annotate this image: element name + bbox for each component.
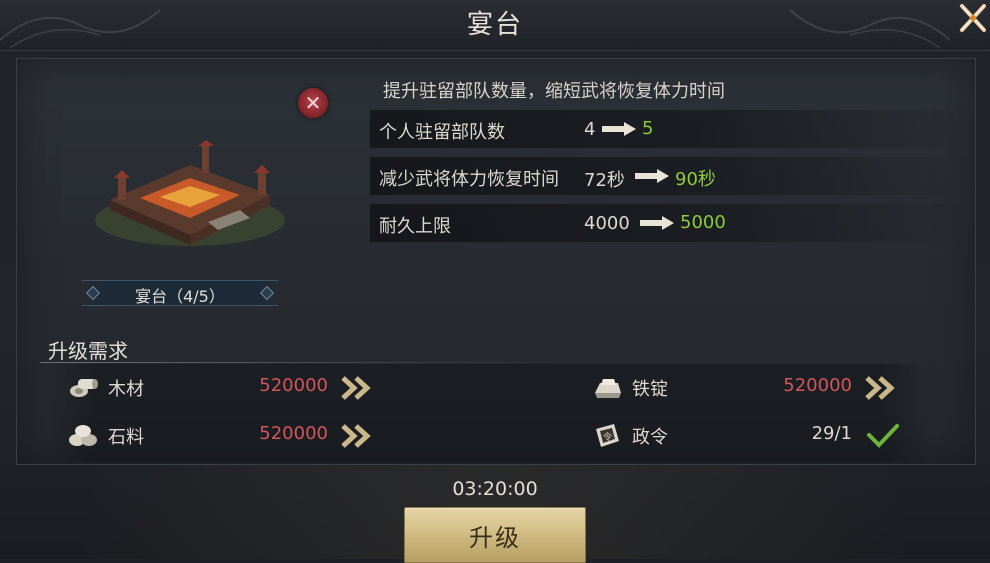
requirement-amount: 520000 [783, 375, 852, 396]
stat-row-stamina: 减少武将体力恢复时间 72秒 90秒 [370, 157, 974, 195]
requirement-name: 政令 [632, 427, 668, 448]
stat-row-durability: 耐久上限 4000 5000 [370, 204, 974, 242]
close-icon [960, 4, 986, 32]
header-bar: 宴台 [0, 0, 990, 51]
wood-icon [70, 379, 98, 397]
requirement-amount: 520000 [259, 375, 328, 396]
stat-label: 个人驻留部队数 [379, 122, 505, 143]
requirement-stone: 石料 520000 [68, 415, 388, 455]
page-title: 宴台 [466, 10, 523, 40]
close-icon: ✕ [304, 91, 322, 115]
decree-icon: 令 [596, 424, 619, 447]
arrow-right-icon [640, 216, 674, 230]
stat-next-value: 5 [642, 118, 654, 139]
arrow-right-icon [635, 169, 669, 183]
stat-current-value: 4000 [584, 213, 630, 234]
building-name-label: 宴台（4/5） [135, 287, 225, 306]
requirement-wood: 木材 520000 [68, 367, 388, 407]
requirements-title: 升级需求 [48, 339, 128, 363]
requirement-decree: 令 政令 29/1 [592, 415, 912, 455]
stat-row-garrison: 个人驻留部队数 4 5 [370, 110, 974, 148]
checkmark-icon [867, 424, 899, 448]
upgrade-timer: 03:20:00 [452, 478, 538, 500]
double-chevron-icon [865, 376, 895, 400]
demolish-button[interactable]: ✕ [298, 88, 328, 118]
upgrade-button-label: 升级 [469, 524, 521, 552]
building-illustration [95, 140, 285, 246]
stat-next-value: 5000 [680, 212, 726, 233]
requirement-name: 木材 [108, 379, 144, 400]
requirement-iron: 铁锭 520000 [592, 367, 912, 407]
double-chevron-icon [341, 424, 371, 448]
divider [40, 362, 570, 363]
double-chevron-icon [341, 376, 371, 400]
iron-ingot-icon [595, 379, 621, 398]
stat-label: 减少武将体力恢复时间 [379, 169, 559, 190]
arrow-right-icon [602, 122, 636, 136]
close-button[interactable] [956, 0, 990, 38]
stat-current-value: 4 [584, 119, 596, 140]
stone-icon [69, 425, 97, 446]
stat-next-value: 90秒 [675, 169, 716, 190]
stat-label: 耐久上限 [379, 216, 451, 237]
requirement-name: 铁锭 [632, 379, 668, 400]
requirement-amount: 520000 [259, 423, 328, 444]
building-description: 提升驻留部队数量，缩短武将恢复体力时间 [383, 81, 725, 102]
svg-text:令: 令 [603, 431, 612, 443]
requirement-name: 石料 [108, 427, 144, 448]
upgrade-button[interactable]: 升级 [404, 507, 586, 563]
building-name-plate: 宴台（4/5） [82, 280, 278, 306]
stat-current-value: 72秒 [584, 170, 625, 191]
requirement-amount: 29/1 [811, 423, 852, 444]
